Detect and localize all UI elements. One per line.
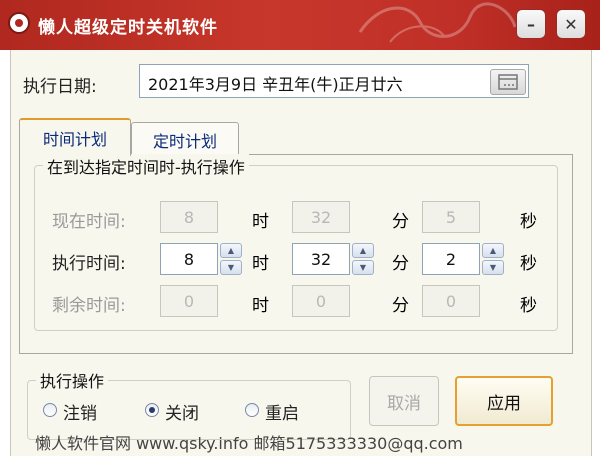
second-unit: 秒 xyxy=(520,296,537,316)
hour-unit: 时 xyxy=(252,254,269,274)
spin-down-icon[interactable]: ▼ xyxy=(482,260,504,275)
action-groupbox-title: 执行操作 xyxy=(36,368,109,392)
shutdown-radio[interactable] xyxy=(145,403,159,417)
minute-unit: 分 xyxy=(392,296,409,316)
apply-button[interactable]: 应用 xyxy=(455,376,553,426)
tab-time-plan[interactable]: 时间计划 xyxy=(19,118,131,156)
current-minute-field: 32 xyxy=(292,201,350,233)
calendar-dropdown-button[interactable] xyxy=(490,69,526,95)
tab-scheduled-plan[interactable]: 定时计划 xyxy=(131,122,239,156)
shutdown-label[interactable]: 关闭 xyxy=(165,399,199,424)
calendar-icon xyxy=(498,74,518,90)
execute-second-spinner[interactable]: ▲ ▼ xyxy=(482,243,504,275)
logoff-radio[interactable] xyxy=(43,403,57,417)
execute-hour-input[interactable]: 8 xyxy=(160,243,218,275)
cancel-button[interactable]: 取消 xyxy=(369,376,439,426)
second-unit: 秒 xyxy=(520,212,537,232)
app-icon xyxy=(8,12,30,34)
restart-label[interactable]: 重启 xyxy=(265,399,299,424)
second-unit: 秒 xyxy=(520,254,537,274)
remaining-second-field: 0 xyxy=(422,285,480,317)
date-label: 执行日期: xyxy=(23,77,97,97)
spin-up-icon[interactable]: ▲ xyxy=(482,243,504,258)
decorative-swirl xyxy=(358,2,517,43)
current-hour-field: 8 xyxy=(160,201,218,233)
execute-hour-spinner[interactable]: ▲ ▼ xyxy=(220,243,242,275)
time-plan-panel: 在到达指定时间时-执行操作 现在时间: 8 时 32 分 5 秒 执行时间: 8… xyxy=(19,154,573,354)
minute-unit: 分 xyxy=(392,254,409,274)
date-picker[interactable]: 2021年3月9日 辛丑年(牛)正月廿六 xyxy=(139,64,529,98)
hour-unit: 时 xyxy=(252,296,269,316)
hour-unit: 时 xyxy=(252,212,269,232)
execute-second-input[interactable]: 2 xyxy=(422,243,480,275)
remaining-hour-field: 0 xyxy=(160,285,218,317)
date-value: 2021年3月9日 辛丑年(牛)正月廿六 xyxy=(148,75,403,94)
app-window: 懒人超级定时关机软件 – ✕ 执行日期: 2021年3月9日 辛丑年(牛)正月廿… xyxy=(0,0,600,456)
title-bar[interactable]: 懒人超级定时关机软件 – ✕ xyxy=(0,0,600,50)
execute-time-label: 执行时间: xyxy=(52,254,126,274)
logoff-label[interactable]: 注销 xyxy=(63,399,97,424)
spin-down-icon[interactable]: ▼ xyxy=(352,260,374,275)
remaining-time-label: 剩余时间: xyxy=(52,296,126,316)
restart-radio[interactable] xyxy=(245,403,259,417)
execute-minute-input[interactable]: 32 xyxy=(292,243,350,275)
window-title: 懒人超级定时关机软件 xyxy=(38,18,218,38)
window-body: 执行日期: 2021年3月9日 辛丑年(牛)正月廿六 时间计划 定时计划 在到达… xyxy=(10,50,592,456)
remaining-minute-field: 0 xyxy=(292,285,350,317)
execute-minute-spinner[interactable]: ▲ ▼ xyxy=(352,243,374,275)
minimize-button[interactable]: – xyxy=(516,9,546,39)
spin-down-icon[interactable]: ▼ xyxy=(220,260,242,275)
current-second-field: 5 xyxy=(422,201,480,233)
time-groupbox-title: 在到达指定时间时-执行操作 xyxy=(43,154,249,178)
spin-up-icon[interactable]: ▲ xyxy=(352,243,374,258)
minute-unit: 分 xyxy=(392,212,409,232)
close-button[interactable]: ✕ xyxy=(556,9,586,39)
footer-website-email: 懒人软件官网 www.qsky.info 邮箱5175333330@qq.com xyxy=(35,434,463,453)
spin-up-icon[interactable]: ▲ xyxy=(220,243,242,258)
current-time-label: 现在时间: xyxy=(52,212,126,232)
